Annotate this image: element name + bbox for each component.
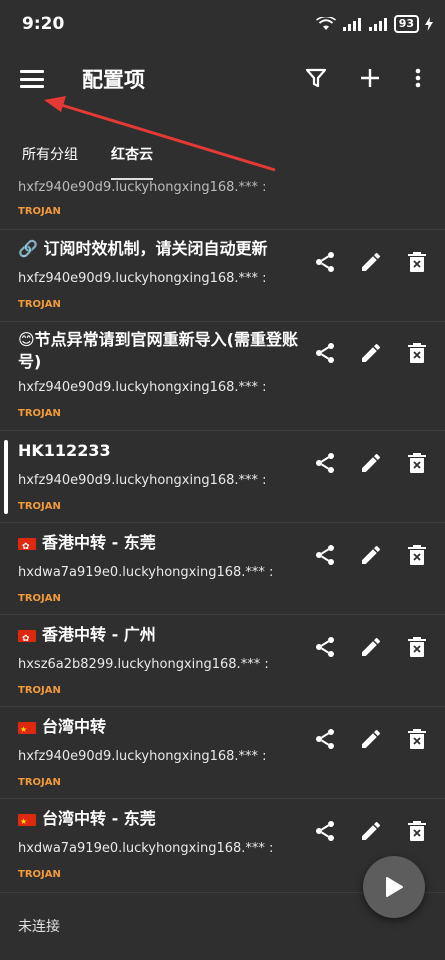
delete-icon[interactable] (402, 338, 432, 368)
server-name-wrap: 香港中转 - 东莞 (18, 532, 298, 558)
cn-flag-icon (18, 719, 36, 741)
list-item[interactable]: 台湾中转 hxfz940e90d9.luckyhongxing168.*** :… (0, 706, 445, 799)
delete-icon[interactable] (402, 816, 432, 846)
server-name: 台湾中转 (42, 717, 107, 736)
edit-icon[interactable] (356, 816, 386, 846)
filter-icon[interactable] (302, 64, 330, 92)
server-type: TROJAN (18, 408, 61, 419)
server-address: hxfz940e90d9.luckyhongxing168.*** : (18, 380, 267, 395)
signal-icon-2 (368, 18, 387, 31)
server-type: TROJAN (18, 777, 61, 788)
status-icons: 93 (315, 15, 433, 33)
menu-icon[interactable] (20, 70, 44, 88)
server-address: hxdwa7a919e0.luckyhongxing168.*** : (18, 841, 274, 856)
share-icon[interactable] (310, 247, 340, 277)
play-icon (386, 877, 403, 897)
server-name: 台湾中转 - 东莞 (42, 809, 156, 828)
list-item[interactable]: 🔗 订阅时效机制，请关闭自动更新 hxfz940e90d9.luckyhongx… (0, 229, 445, 322)
delete-icon[interactable] (402, 724, 432, 754)
edit-icon[interactable] (356, 448, 386, 478)
cn-flag-icon (18, 811, 36, 833)
hk-flag-icon (18, 628, 36, 650)
connection-status: 未连接 (18, 919, 60, 935)
delete-icon[interactable] (402, 448, 432, 478)
share-icon[interactable] (310, 448, 340, 478)
delete-icon[interactable] (402, 247, 432, 277)
edit-icon[interactable] (356, 247, 386, 277)
server-name-wrap: 香港中转 - 广州 (18, 624, 298, 650)
share-icon[interactable] (310, 338, 340, 368)
server-type: TROJAN (18, 206, 61, 217)
server-name: 😊节点异常请到官网重新导入(需重登账号) (18, 330, 298, 371)
edit-icon[interactable] (356, 338, 386, 368)
server-address: hxfz940e90d9.luckyhongxing168.*** : (18, 473, 267, 488)
server-address: hxfz940e90d9.luckyhongxing168.*** : (18, 749, 267, 764)
page-title: 配置项 (82, 68, 145, 92)
list-item-selected[interactable]: HK112233 hxfz940e90d9.luckyhongxing168.*… (0, 430, 445, 523)
wifi-icon (315, 17, 336, 30)
server-address: hxdwa7a919e0.luckyhongxing168.*** : (18, 565, 274, 580)
server-address: hxfz940e90d9.luckyhongxing168.*** : (18, 271, 267, 286)
tab-hongxingyun[interactable]: 红杏云 (111, 144, 153, 164)
battery-level: 93 (393, 15, 419, 33)
server-address: hxsz6a2b8299.luckyhongxing168.*** : (18, 657, 269, 672)
server-type: TROJAN (18, 501, 61, 512)
share-icon[interactable] (310, 724, 340, 754)
server-name: 香港中转 - 东莞 (42, 533, 156, 552)
signal-icon (342, 18, 361, 31)
server-name: 🔗 订阅时效机制，请关闭自动更新 (18, 239, 268, 258)
server-name: 香港中转 - 广州 (42, 625, 156, 644)
list-item[interactable]: 😊节点异常请到官网重新导入(需重登账号) hxfz940e90d9.luckyh… (0, 321, 445, 431)
tab-all-groups[interactable]: 所有分组 (22, 144, 78, 164)
list-item[interactable]: 香港中转 - 东莞 hxdwa7a919e0.luckyhongxing168.… (0, 522, 445, 615)
server-name-wrap: 台湾中转 (18, 716, 298, 741)
delete-icon[interactable] (402, 632, 432, 662)
app-toolbar: 配置项 (0, 50, 445, 108)
charging-icon (425, 17, 433, 31)
list-item[interactable]: 香港中转 - 广州 hxsz6a2b8299.luckyhongxing168.… (0, 614, 445, 707)
plus-icon[interactable] (356, 64, 384, 92)
delete-icon[interactable] (402, 540, 432, 570)
server-list: hxfz940e90d9.luckyhongxing168.*** : TROJ… (0, 180, 445, 892)
selected-indicator (4, 440, 8, 514)
group-tabs: 所有分组 红杏云 (0, 108, 445, 180)
server-name: HK112233 (18, 441, 111, 460)
server-type: TROJAN (18, 869, 61, 880)
server-name-wrap: 台湾中转 - 东莞 (18, 808, 298, 833)
server-type: TROJAN (18, 593, 61, 604)
share-icon[interactable] (310, 632, 340, 662)
server-type: TROJAN (18, 299, 61, 310)
more-vert-icon[interactable] (404, 64, 432, 92)
edit-icon[interactable] (356, 724, 386, 754)
server-address: hxfz940e90d9.luckyhongxing168.*** : (18, 180, 267, 195)
server-type: TROJAN (18, 685, 61, 696)
share-icon[interactable] (310, 540, 340, 570)
status-bar: 9:20 93 (0, 0, 445, 50)
edit-icon[interactable] (356, 632, 386, 662)
share-icon[interactable] (310, 816, 340, 846)
list-item[interactable]: hxfz940e90d9.luckyhongxing168.*** : TROJ… (0, 180, 445, 230)
status-time: 9:20 (22, 14, 65, 34)
hk-flag-icon (18, 536, 36, 558)
connect-fab[interactable] (363, 856, 425, 918)
edit-icon[interactable] (356, 540, 386, 570)
